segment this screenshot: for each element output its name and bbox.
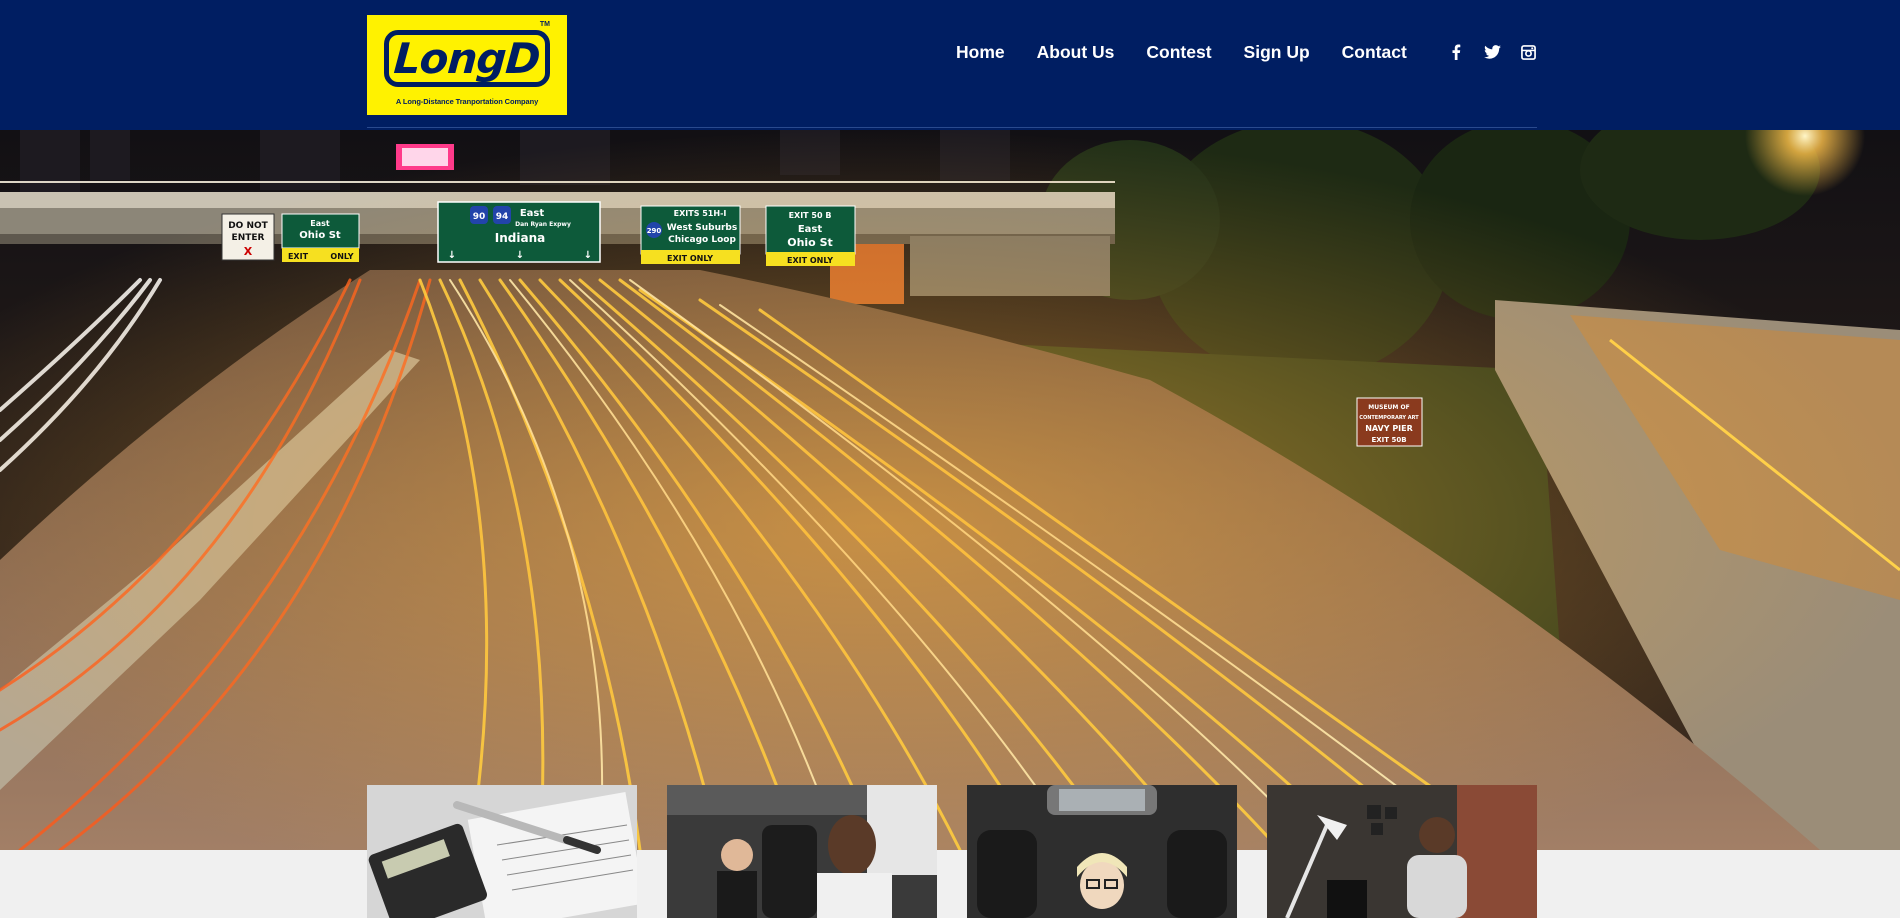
card-man-at-desk-photo[interactable] xyxy=(1267,785,1537,918)
svg-text:Ohio St: Ohio St xyxy=(787,236,833,249)
facebook-icon[interactable] xyxy=(1446,42,1466,62)
museum-sign: MUSEUM OF CONTEMPORARY ART NAVY PIER EXI… xyxy=(1356,397,1423,447)
do-not-enter-sign: DO NOT ENTER X xyxy=(221,213,275,261)
svg-text:East: East xyxy=(798,224,823,235)
social-links xyxy=(1446,42,1538,62)
svg-text:↓: ↓ xyxy=(448,250,456,261)
ohio-st-sign-left: East Ohio St EXIT ONLY xyxy=(281,213,360,262)
svg-text:94: 94 xyxy=(496,212,509,222)
svg-text:90: 90 xyxy=(473,212,486,222)
svg-text:↓: ↓ xyxy=(516,250,524,261)
svg-text:290: 290 xyxy=(647,227,662,235)
svg-text:Dan Ryan Expwy: Dan Ryan Expwy xyxy=(515,221,571,228)
exit-50b-sign: EXIT 50 B East Ohio St EXIT ONLY xyxy=(765,205,856,266)
svg-text:EXIT ONLY: EXIT ONLY xyxy=(667,254,713,263)
logo-wordmark: LongD xyxy=(392,33,542,83)
svg-text:EXIT ONLY: EXIT ONLY xyxy=(787,256,833,265)
svg-text:EXIT: EXIT xyxy=(288,252,309,261)
hero-image: DO NOT ENTER X East Ohio St EXIT ONLY 90… xyxy=(0,130,1900,850)
svg-text:West Suburbs: West Suburbs xyxy=(667,223,737,233)
logo-tagline: A Long-Distance Tranportation Company xyxy=(395,97,539,106)
nav-home[interactable]: Home xyxy=(956,42,1005,63)
svg-text:Indiana: Indiana xyxy=(495,231,545,245)
nav-contest[interactable]: Contest xyxy=(1146,42,1211,63)
card-driver-photo[interactable] xyxy=(667,785,937,918)
site-header: LongD TM A Long-Distance Tranportation C… xyxy=(0,0,1900,130)
svg-text:ENTER: ENTER xyxy=(232,233,265,243)
brand-logo[interactable]: LongD TM A Long-Distance Tranportation C… xyxy=(367,15,567,115)
nav-about-us[interactable]: About Us xyxy=(1037,42,1115,63)
card-woman-in-car-photo[interactable] xyxy=(967,785,1237,918)
svg-text:CONTEMPORARY ART: CONTEMPORARY ART xyxy=(1359,415,1419,421)
nav-contact[interactable]: Contact xyxy=(1342,42,1407,63)
svg-text:East: East xyxy=(520,208,545,219)
instagram-icon[interactable] xyxy=(1518,42,1538,62)
exits-51h-i-sign: EXITS 51H-I 290 West Suburbs Chicago Loo… xyxy=(640,205,741,264)
content-section-background xyxy=(0,850,1900,918)
svg-text:EXIT 50B: EXIT 50B xyxy=(1371,436,1406,444)
svg-text:X: X xyxy=(244,245,253,258)
svg-text:NAVY PIER: NAVY PIER xyxy=(1365,424,1413,433)
main-nav: Home About Us Contest Sign Up Contact xyxy=(956,40,1407,64)
svg-text:East: East xyxy=(310,219,330,228)
card-calculator-photo[interactable] xyxy=(367,785,637,918)
trademark-label: TM xyxy=(539,21,550,28)
indiana-sign: 90 94 East Dan Ryan Expwy Indiana ↓ ↓ ↓ xyxy=(437,201,601,263)
logo-badge: LongD xyxy=(384,30,550,87)
svg-text:↓: ↓ xyxy=(584,250,592,261)
header-divider xyxy=(367,127,1537,128)
svg-text:Chicago Loop: Chicago Loop xyxy=(668,235,736,245)
svg-text:MUSEUM OF: MUSEUM OF xyxy=(1368,404,1409,411)
svg-text:Ohio St: Ohio St xyxy=(299,230,341,241)
svg-text:DO NOT: DO NOT xyxy=(228,221,268,231)
twitter-icon[interactable] xyxy=(1482,42,1502,62)
svg-text:EXITS 51H-I: EXITS 51H-I xyxy=(674,209,727,218)
svg-text:EXIT 50 B: EXIT 50 B xyxy=(789,211,832,220)
svg-text:ONLY: ONLY xyxy=(330,252,353,261)
nav-sign-up[interactable]: Sign Up xyxy=(1244,42,1310,63)
